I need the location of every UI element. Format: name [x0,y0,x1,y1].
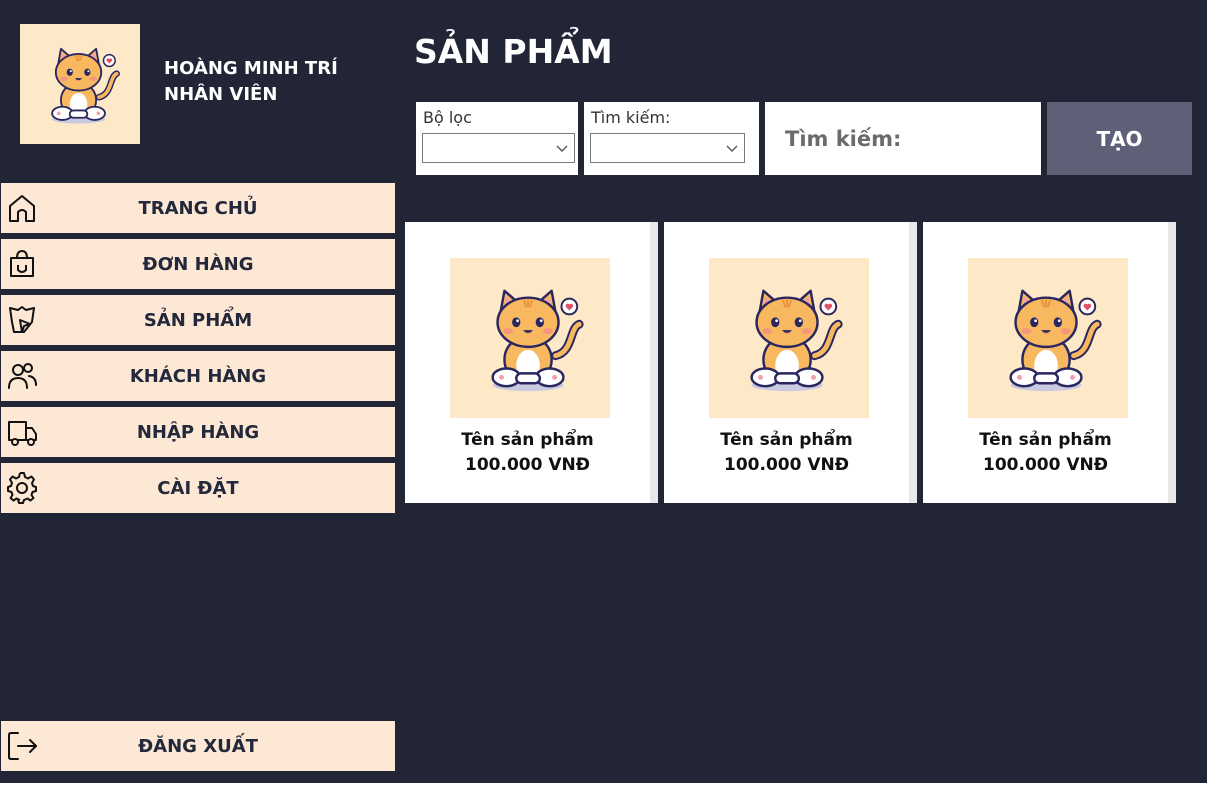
sidebar-item-label: KHÁCH HÀNG [129,365,267,387]
chevron-down-icon [556,145,568,152]
app-root: HOÀNG MINH TRÍ NHÂN VIÊN TRANG CHỦ ĐƠN H… [0,0,1207,783]
product-image [450,258,610,418]
search-by-label: Tìm kiếm: [591,108,671,127]
profile-role: NHÂN VIÊN [164,84,278,105]
create-button[interactable]: TẠO [1047,102,1192,175]
profile-name: HOÀNG MINH TRÍ [164,58,338,79]
sidebar-item-label: SẢN PHẨM [143,309,253,331]
filter-label: Bộ lọc [423,108,472,127]
sidebar-item-settings[interactable]: CÀI ĐẶT [1,463,395,513]
sidebar-item-label: NHẬP HÀNG [136,421,260,443]
page-title: SẢN PHẨM [414,32,613,71]
product-image [709,258,869,418]
search-by-group: Tìm kiếm: [584,102,759,175]
cat-avatar-icon [36,34,124,134]
product-price: 100.000 VNĐ [465,455,590,475]
filter-group: Bộ lọc [416,102,578,175]
avatar [20,24,140,144]
sidebar-item-products[interactable]: SẢN PHẨM [1,295,395,345]
cat-product-icon [471,273,589,403]
sidebar-item-orders[interactable]: ĐƠN HÀNG [1,239,395,289]
product-image [968,258,1128,418]
product-card[interactable]: Tên sản phẩm 100.000 VNĐ [405,222,658,503]
sidebar-item-home[interactable]: TRANG CHỦ [1,183,395,233]
product-name: Tên sản phẩm [979,430,1112,450]
cat-product-icon [989,273,1107,403]
product-name: Tên sản phẩm [461,430,594,450]
product-price: 100.000 VNĐ [724,455,849,475]
product-price: 100.000 VNĐ [983,455,1108,475]
chevron-down-icon [726,145,738,152]
product-card[interactable]: Tên sản phẩm 100.000 VNĐ [664,222,917,503]
sidebar-item-customers[interactable]: KHÁCH HÀNG [1,351,395,401]
sidebar-item-label: TRANG CHỦ [138,197,258,219]
logout-button[interactable]: ĐĂNG XUẤT [1,721,395,771]
cat-product-icon [730,273,848,403]
search-input[interactable] [765,102,1041,175]
sidebar-item-label: ĐƠN HÀNG [142,253,254,275]
product-name: Tên sản phẩm [720,430,853,450]
search-box [765,102,1041,175]
sidebar-item-import[interactable]: NHẬP HÀNG [1,407,395,457]
sidebar-item-label: CÀI ĐẶT [157,477,239,499]
logout-label: ĐĂNG XUẤT [138,735,258,757]
search-by-select[interactable] [590,133,745,163]
product-card[interactable]: Tên sản phẩm 100.000 VNĐ [923,222,1176,503]
filter-select[interactable] [422,133,575,163]
